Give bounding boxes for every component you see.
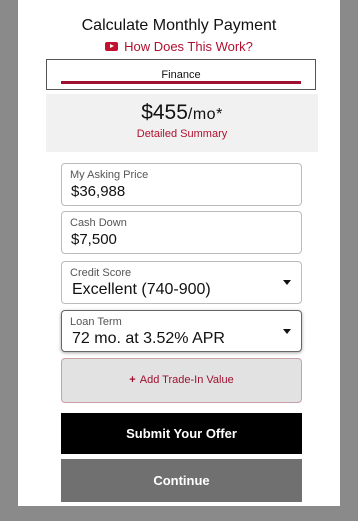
monthly-payment-amount: $455 [141, 101, 188, 124]
tab-active-indicator [61, 81, 301, 84]
how-does-this-work-link[interactable]: How Does This Work? [18, 39, 340, 54]
cash-down-value: $7,500 [71, 231, 117, 248]
continue-button[interactable]: Continue [61, 459, 302, 502]
tab-finance[interactable]: Finance [46, 59, 316, 90]
credit-score-label: Credit Score [70, 267, 132, 279]
add-trade-in-label: Add Trade-In Value [139, 374, 234, 386]
add-trade-in-button[interactable]: + Add Trade-In Value [61, 358, 302, 403]
payment-calculator-panel: Calculate Monthly Payment How Does This … [18, 0, 340, 506]
asking-price-value: $36,988 [71, 183, 126, 200]
submit-offer-button[interactable]: Submit Your Offer [61, 413, 302, 454]
cash-down-field[interactable]: Cash Down $7,500 [61, 211, 302, 254]
payment-summary: $455/mo* Detailed Summary [46, 94, 318, 152]
credit-score-select[interactable]: Credit Score Excellent (740-900) [61, 261, 302, 304]
loan-term-label: Loan Term [70, 316, 122, 328]
credit-score-value: Excellent (740-900) [72, 281, 211, 298]
asking-price-label: My Asking Price [70, 169, 149, 181]
loan-term-value: 72 mo. at 3.52% APR [72, 330, 225, 347]
monthly-payment-unit: /mo* [187, 106, 223, 123]
play-icon [105, 42, 119, 52]
page-title: Calculate Monthly Payment [81, 17, 277, 34]
how-link-label: How Does This Work? [124, 39, 253, 54]
plus-icon: + [129, 374, 136, 386]
tab-finance-label: Finance [161, 69, 201, 81]
cash-down-label: Cash Down [70, 217, 127, 229]
monthly-payment: $455/mo* [46, 101, 318, 125]
chevron-down-icon [283, 329, 291, 334]
chevron-down-icon [283, 280, 291, 285]
asking-price-field[interactable]: My Asking Price $36,988 [61, 163, 302, 206]
detailed-summary-link[interactable]: Detailed Summary [46, 128, 318, 140]
loan-term-select[interactable]: Loan Term 72 mo. at 3.52% APR [61, 310, 302, 352]
